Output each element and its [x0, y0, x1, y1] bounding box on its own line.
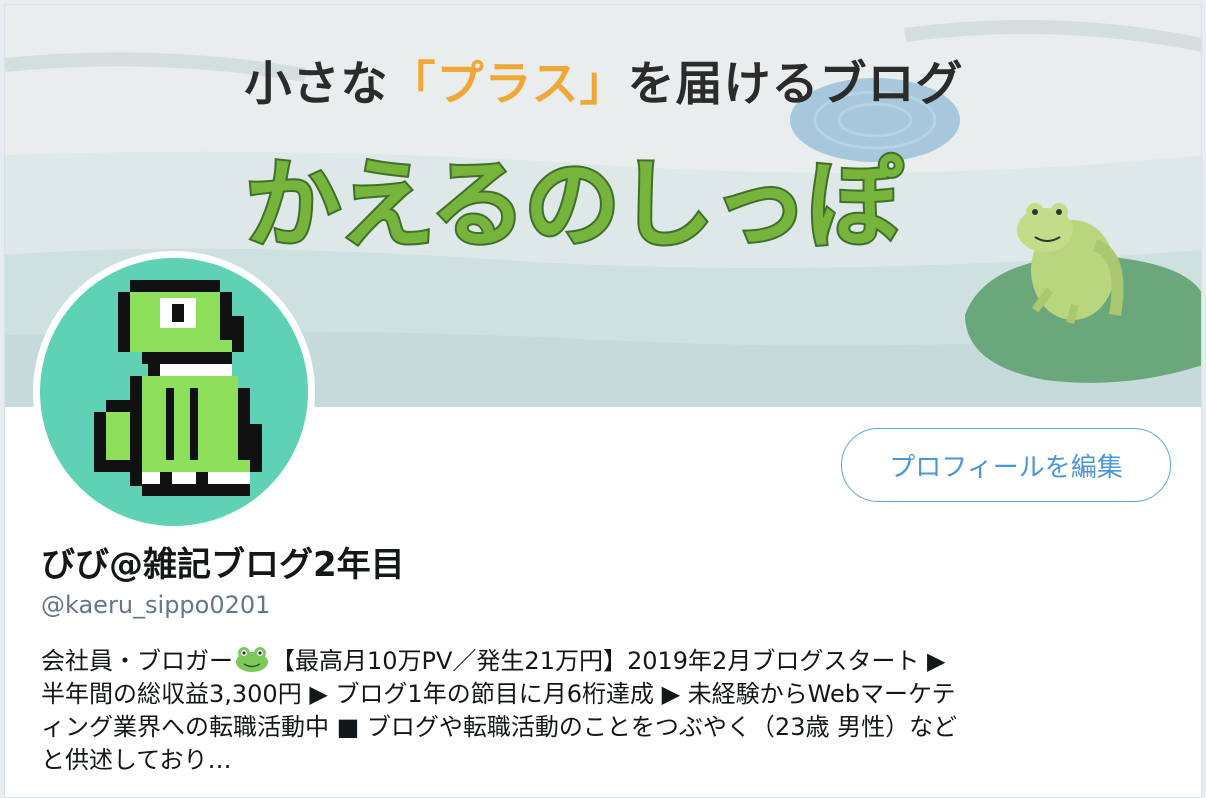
tagline-before: 小さな [244, 57, 389, 112]
tagline-after: を届けるブログ [627, 57, 964, 112]
display-name[interactable]: びび@雑記ブログ2年目 [41, 537, 405, 586]
profile-card: 小さな「プラス」を届けるブログ かえるのしっぽ プロフィールを編集 びび@雑記ブ… [4, 4, 1202, 798]
pixel-frog-icon [94, 280, 262, 496]
user-handle[interactable]: @kaeru_sippo0201 [41, 591, 270, 619]
bio-text: 【最高月10万PV／発生21万円】2019年2月ブログスタート ▶ [271, 647, 946, 675]
tagline-plus: 「プラス」 [388, 57, 628, 112]
banner-title: かえるのしっぽ [243, 147, 904, 263]
bio-text: 会社員・ブロガー [41, 647, 233, 675]
avatar-image [40, 258, 308, 526]
avatar[interactable] [33, 251, 315, 533]
edit-profile-button[interactable]: プロフィールを編集 [841, 428, 1171, 502]
frog-face-icon [236, 647, 268, 672]
bio-line-2: 半年間の総収益3,300円 ▶ ブログ1年の節目に月6桁達成 ▶ 未経験からWe… [41, 680, 956, 708]
bio-line-4: と供述しており… [41, 746, 232, 774]
banner-tagline: 小さな「プラス」を届けるブログ [5, 45, 1201, 114]
bio-line-3: ィング業界への転職活動中 ■ ブログや転職活動のことをつぶやく（23歳 男性）な… [41, 713, 958, 741]
bio-line-1: 会社員・ブロガー 【最高月10万PV／発生21万円】2019年2月ブログスタート … [41, 645, 1191, 678]
profile-bio: 会社員・ブロガー 【最高月10万PV／発生21万円】2019年2月ブログスタート … [41, 645, 1191, 777]
